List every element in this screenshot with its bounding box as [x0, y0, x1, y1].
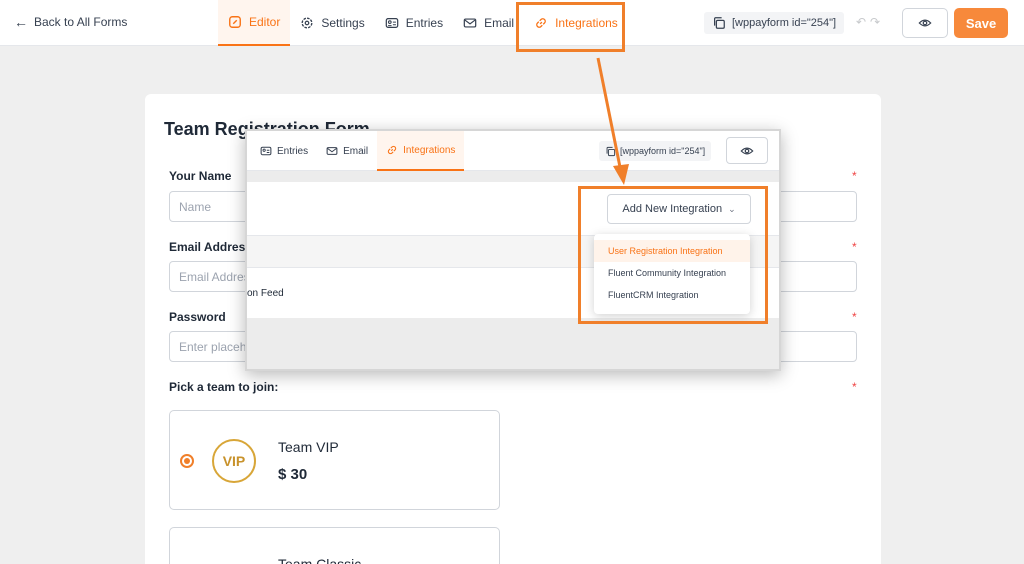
annotation-arrow [596, 57, 629, 185]
